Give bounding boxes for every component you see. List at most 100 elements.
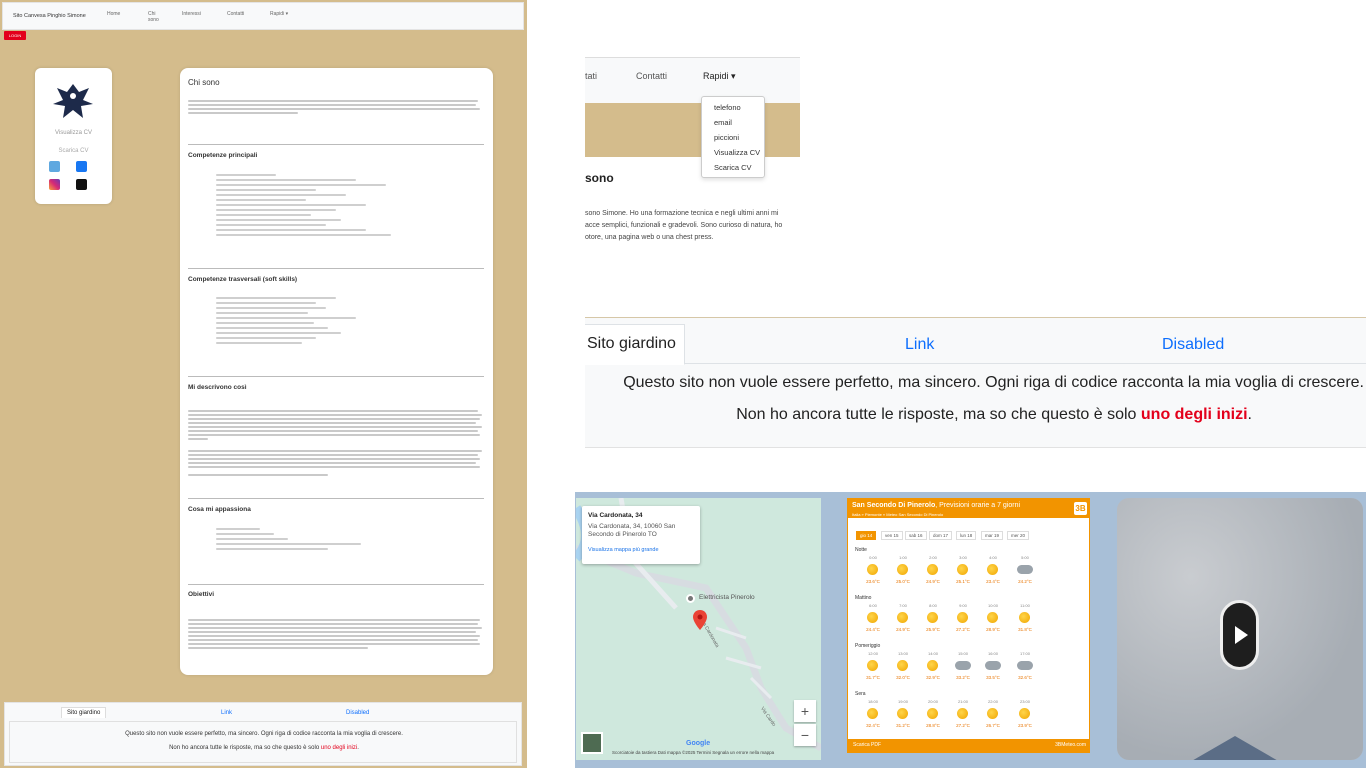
footer-line2-suffix: . bbox=[1247, 406, 1252, 423]
thumb-nav-chi-sono[interactable]: Chi sono bbox=[148, 11, 162, 23]
sun-icon bbox=[867, 612, 878, 623]
weather-hour: 21:00 bbox=[957, 699, 968, 704]
text-line bbox=[188, 112, 298, 114]
map-attribution[interactable]: Scorciatoie da tastiera Dati mappa ©2025… bbox=[612, 750, 774, 755]
list-item bbox=[216, 327, 328, 329]
weather-temperature: 23.4°C bbox=[986, 579, 1000, 584]
zoom-in-button[interactable]: + bbox=[794, 700, 816, 722]
weather-subtitle: Previsioni orarie a 7 giorni bbox=[939, 502, 1021, 509]
zoom-out-button[interactable]: − bbox=[794, 724, 816, 746]
dropdown-item-piccioni[interactable]: piccioni bbox=[714, 133, 739, 142]
thumb-section-title: Chi sono bbox=[188, 78, 220, 87]
weather-day-tab[interactable]: lun 18 bbox=[956, 531, 977, 540]
weather-hour: 6:00 bbox=[869, 603, 877, 608]
thumb-section-title: Competenze principali bbox=[188, 152, 258, 159]
weather-temperature: 28.8°C bbox=[926, 723, 940, 728]
navbar: tati Contatti Rapidi ▾ bbox=[585, 57, 800, 103]
weather-day-tab[interactable]: mer 20 bbox=[1007, 531, 1030, 540]
weather-temperature: 23.9°C bbox=[1018, 723, 1032, 728]
satellite-toggle-icon[interactable] bbox=[581, 732, 603, 754]
weather-pdf-link[interactable]: Scarica PDF bbox=[853, 742, 881, 748]
weather-location: San Secondo Di Pinerolo bbox=[852, 502, 936, 509]
dropdown-item-scarica-cv[interactable]: Scarica CV bbox=[714, 163, 752, 172]
page-thumbnail: Sito Canvesa Pinghio Simone Home Chi son… bbox=[0, 0, 527, 768]
weather-hour: 5:00 bbox=[1021, 555, 1029, 560]
sun-icon bbox=[957, 564, 968, 575]
tab-link[interactable]: Link bbox=[905, 336, 934, 354]
text-line bbox=[188, 647, 368, 649]
weather-temperature: 24.9°C bbox=[896, 627, 910, 632]
weather-day-tab[interactable]: sab 16 bbox=[905, 531, 927, 540]
nav-item-contatti[interactable]: Contatti bbox=[636, 71, 667, 81]
thumb-nav-home[interactable]: Home bbox=[107, 11, 120, 17]
text-line bbox=[188, 454, 478, 456]
sun-icon bbox=[987, 708, 998, 719]
tab-disabled[interactable]: Disabled bbox=[1162, 336, 1224, 354]
dropdown-item-email[interactable]: email bbox=[714, 118, 732, 127]
weather-day-tab[interactable]: mar 19 bbox=[981, 531, 1004, 540]
weather-temperature: 25.0°C bbox=[896, 579, 910, 584]
dropdown-item-visualizza-cv[interactable]: Visualizza CV bbox=[714, 148, 760, 157]
weather-hour: 20:00 bbox=[927, 699, 938, 704]
weather-footer: Scarica PDF 3BMeteo.com bbox=[848, 739, 1089, 752]
thumb-tab-sito-giardino[interactable]: Sito giardino bbox=[61, 707, 107, 718]
sun-icon bbox=[867, 708, 878, 719]
video-player[interactable] bbox=[1117, 498, 1363, 760]
3bmeteo-logo[interactable]: 3B bbox=[1074, 502, 1087, 515]
play-button-icon[interactable] bbox=[1220, 600, 1259, 670]
list-item bbox=[216, 229, 366, 231]
nav-item-risultati[interactable]: tati bbox=[585, 71, 597, 81]
thumb-tab-link[interactable]: Link bbox=[221, 710, 232, 716]
x-icon[interactable] bbox=[76, 179, 87, 190]
instagram-icon[interactable] bbox=[49, 179, 60, 190]
text-line bbox=[188, 627, 482, 629]
text-line bbox=[188, 426, 482, 428]
text-line bbox=[188, 639, 478, 641]
text-line bbox=[188, 458, 480, 460]
weather-day-tab[interactable]: ven 15 bbox=[881, 531, 903, 540]
cloudy-icon bbox=[955, 661, 971, 670]
text-line bbox=[188, 422, 476, 424]
thumb-view-cv[interactable]: Visualizza CV bbox=[35, 130, 112, 136]
weather-day-tab[interactable]: dom 17 bbox=[929, 531, 953, 540]
text-line bbox=[188, 414, 482, 416]
weather-hour: 1:00 bbox=[899, 555, 907, 560]
list-item bbox=[216, 194, 346, 196]
mountain-silhouette bbox=[1183, 736, 1287, 760]
weather-hour: 17:00 bbox=[1019, 651, 1030, 656]
nav-item-rapidi[interactable]: Rapidi ▾ bbox=[703, 71, 736, 82]
facebook-icon[interactable] bbox=[76, 161, 87, 172]
weather-band-label: Pomeriggio bbox=[855, 643, 881, 649]
google-map-embed[interactable]: Via Cardonata, 34 Via Cardonata, 34, 100… bbox=[576, 498, 821, 760]
list-item bbox=[216, 332, 341, 334]
text-line bbox=[188, 108, 480, 110]
sun-icon bbox=[987, 564, 998, 575]
footer-highlight: uno degli inizi bbox=[1140, 406, 1248, 423]
weather-hour: 11:00 bbox=[1020, 603, 1030, 608]
weather-hour: 18:00 bbox=[867, 699, 878, 704]
location-pin-icon[interactable] bbox=[693, 610, 707, 630]
thumb-tab-disabled[interactable]: Disabled bbox=[346, 710, 369, 716]
text-line bbox=[188, 643, 480, 645]
divider bbox=[188, 144, 484, 145]
intro-line-1: sono Simone. Ho una formazione tecnica e… bbox=[585, 210, 779, 217]
thumb-nav-rapidi[interactable]: Rapidi ▾ bbox=[270, 11, 288, 17]
thumb-nav-interessi[interactable]: Interessi bbox=[182, 11, 201, 17]
poi-label[interactable]: Elettricista Pinerolo bbox=[699, 594, 755, 601]
thumb-brand[interactable]: Sito Canvesa Pinghio Simone bbox=[13, 13, 86, 19]
weather-temperature: 32.0°C bbox=[896, 675, 910, 680]
tab-sito-giardino[interactable]: Sito giardino bbox=[585, 324, 685, 365]
thumb-login-button[interactable]: LOGIN bbox=[4, 31, 26, 40]
thumb-download-cv[interactable]: Scarica CV bbox=[35, 148, 112, 154]
sun-icon bbox=[987, 612, 998, 623]
weather-day-tab[interactable]: gio 14 bbox=[856, 531, 877, 540]
phone-icon[interactable] bbox=[49, 161, 60, 172]
weather-temperature: 28.9°C bbox=[986, 627, 1000, 632]
dropdown-item-telefono[interactable]: telefono bbox=[714, 103, 741, 112]
weather-site-link[interactable]: 3BMeteo.com bbox=[1055, 742, 1086, 748]
map-larger-link[interactable]: Visualizza mappa più grande bbox=[588, 547, 659, 553]
thumb-nav-contatti[interactable]: Contatti bbox=[227, 11, 244, 17]
weather-temperature: 24.4°C bbox=[866, 627, 880, 632]
poi-icon[interactable] bbox=[686, 594, 695, 603]
map-place-title: Via Cardonata, 34 bbox=[588, 512, 643, 519]
